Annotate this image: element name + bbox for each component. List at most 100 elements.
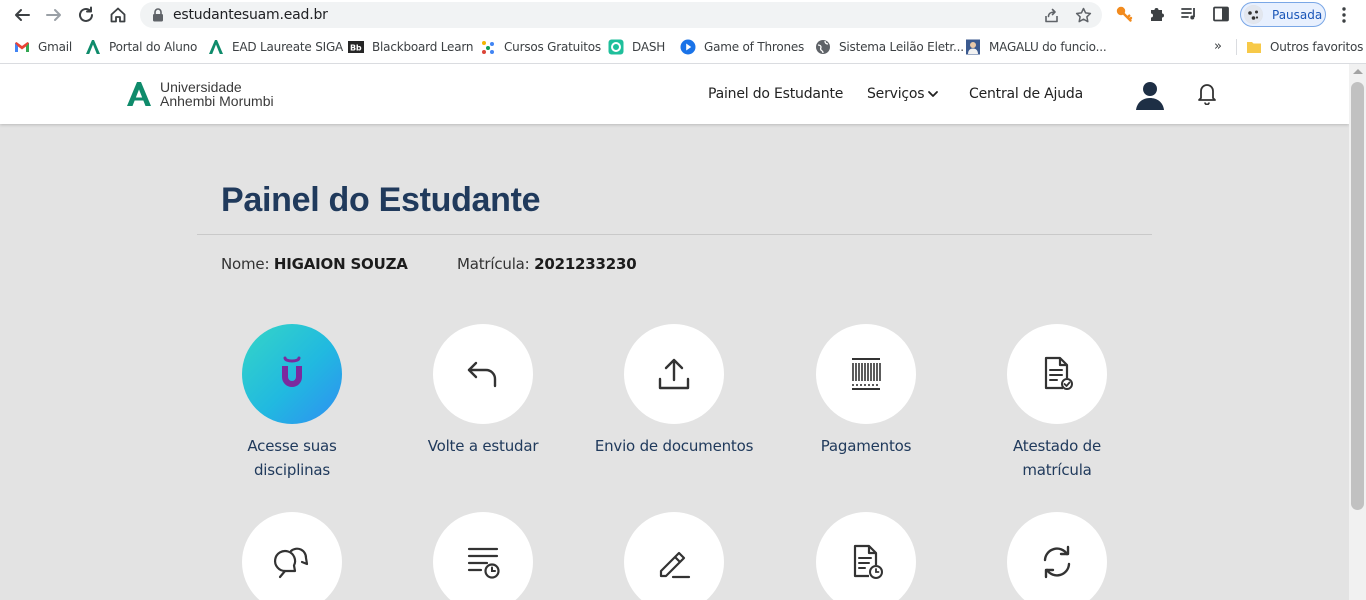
home-icon [110,7,126,23]
site-header: Universidade Anhembi Morumbi Painel do E… [0,64,1349,124]
tile-circle[interactable] [242,324,342,424]
return-arrow-icon [467,361,497,388]
bookmarks-divider [1236,39,1237,55]
portrait-icon [965,39,981,55]
media-queue-icon[interactable] [1180,5,1198,23]
nav-painel-estudante[interactable]: Painel do Estudante [708,86,843,102]
tile-label: Envio de documentos [594,437,754,455]
tile-label: matrícula [1022,461,1092,479]
play-icon [680,39,696,55]
tile-row2-4[interactable] [776,512,956,600]
address-bar[interactable]: estudantesuam.ead.br [140,2,1102,28]
url-text: estudantesuam.ead.br [173,7,328,23]
browser-menu-icon[interactable] [1336,5,1352,25]
gmail-icon [14,39,30,55]
svg-text:Bb: Bb [350,44,362,53]
anhembi-logo-icon [208,39,224,55]
tile-circle[interactable] [433,512,533,600]
tile-row2-3[interactable] [584,512,764,600]
tile-circle[interactable] [242,512,342,600]
scroll-up-arrow-icon[interactable] [1353,69,1363,74]
bookmark-outros-favoritos[interactable]: Outros favoritos [1246,38,1363,56]
user-avatar-icon[interactable] [1133,77,1167,111]
tile-label: Volte a estudar [427,437,539,455]
bookmark-magalu[interactable]: MAGALU do funcio... [965,38,1107,56]
dots-icon [480,39,496,55]
tile-atestado-matricula[interactable]: Atestado de matrícula [967,324,1147,482]
tile-circle[interactable] [433,324,533,424]
home-button[interactable] [107,4,129,26]
student-enrollment-value: 2021233230 [534,255,637,273]
bookmark-cursos-gratuitos[interactable]: Cursos Gratuitos [480,38,601,56]
side-panel-icon[interactable] [1212,5,1230,23]
bookmark-dash[interactable]: DASH [608,38,665,56]
document-clock-icon [853,544,883,579]
chevron-down-icon[interactable] [927,88,939,100]
tile-circle[interactable] [1007,324,1107,424]
bookmark-blackboard[interactable]: Bb Blackboard Learn [348,38,473,56]
brand-name-line2: Anhembi Morumbi [160,93,274,109]
puzzle-extensions-icon[interactable] [1148,5,1166,23]
blackboard-icon: Bb [348,39,364,55]
tile-circle[interactable] [1007,512,1107,600]
share-icon[interactable] [1043,7,1060,24]
tile-circle[interactable] [816,324,916,424]
refresh-icon [1043,545,1071,579]
document-check-icon [1044,356,1073,390]
more-bookmarks-button[interactable]: » [1214,39,1222,54]
scrollbar-thumb[interactable] [1351,82,1364,510]
brand-name-line1: Universidade [160,79,242,95]
tile-circle[interactable] [816,512,916,600]
notification-bell-icon[interactable] [1196,81,1218,105]
tile-label: Pagamentos [820,437,912,455]
lock-icon [153,8,163,22]
bookmark-portal-aluno[interactable]: Portal do Aluno [85,38,197,56]
profile-button[interactable]: Pausada [1240,2,1326,27]
student-enrollment: Matrícula: 2021233230 [457,255,637,273]
tile-label: Acesse suas [247,437,337,455]
list-clock-icon [467,547,500,579]
tile-row2-5[interactable] [967,512,1147,600]
reload-button[interactable] [75,4,97,26]
tile-row2-2[interactable] [393,512,573,600]
reload-icon [79,6,93,22]
tile-volte-estudar[interactable]: Volte a estudar [393,324,573,458]
anhembi-logo-icon [127,82,151,106]
tile-acesse-disciplinas[interactable]: Acesse suas disciplinas [202,324,382,482]
tile-row2-1[interactable] [202,512,382,600]
bookmark-ead-laureate[interactable]: EAD Laureate SIGA [208,38,343,56]
tile-circle[interactable] [624,324,724,424]
barcode-icon [852,358,881,390]
globe-icon [815,39,831,55]
bookmark-game-of-thrones[interactable]: Game of Thrones [680,38,804,56]
profile-avatar-icon [1244,5,1263,24]
star-bookmark-icon[interactable] [1075,7,1092,24]
page-scrollbar[interactable] [1349,64,1366,600]
bookmarks-bar: Gmail Portal do Aluno EAD Laureate SIGA … [0,30,1366,64]
dash-icon [608,39,624,55]
tile-envio-documentos[interactable]: Envio de documentos [584,324,764,458]
nav-servicos[interactable]: Serviços [867,86,925,102]
tile-label: disciplinas [253,461,331,479]
upload-icon [658,358,690,390]
title-divider [197,234,1152,235]
pencil-icon [659,551,691,579]
bookmark-sistema-leilao[interactable]: Sistema Leilão Eletr... [815,38,964,56]
student-name-value: HIGAION SOUZA [273,255,408,273]
tile-pagamentos[interactable]: Pagamentos [776,324,956,458]
folder-icon [1246,39,1262,55]
student-name: Nome: HIGAION SOUZA [221,255,408,273]
page-viewport: Universidade Anhembi Morumbi Painel do E… [0,64,1366,600]
ulife-icon [282,356,302,387]
nav-central-ajuda[interactable]: Central de Ajuda [969,86,1083,102]
anhembi-logo-icon [85,39,101,55]
key-extension-icon[interactable] [1115,5,1133,23]
brand-logo[interactable]: Universidade Anhembi Morumbi [126,78,274,110]
forward-arrow-icon [46,9,61,21]
browser-toolbar: estudantesuam.ead.br Pausada [0,0,1366,30]
tile-circle[interactable] [624,512,724,600]
forward-button[interactable] [43,4,65,26]
page-title: Painel do Estudante [221,181,541,219]
back-button[interactable] [11,4,33,26]
bookmark-gmail[interactable]: Gmail [14,38,72,56]
